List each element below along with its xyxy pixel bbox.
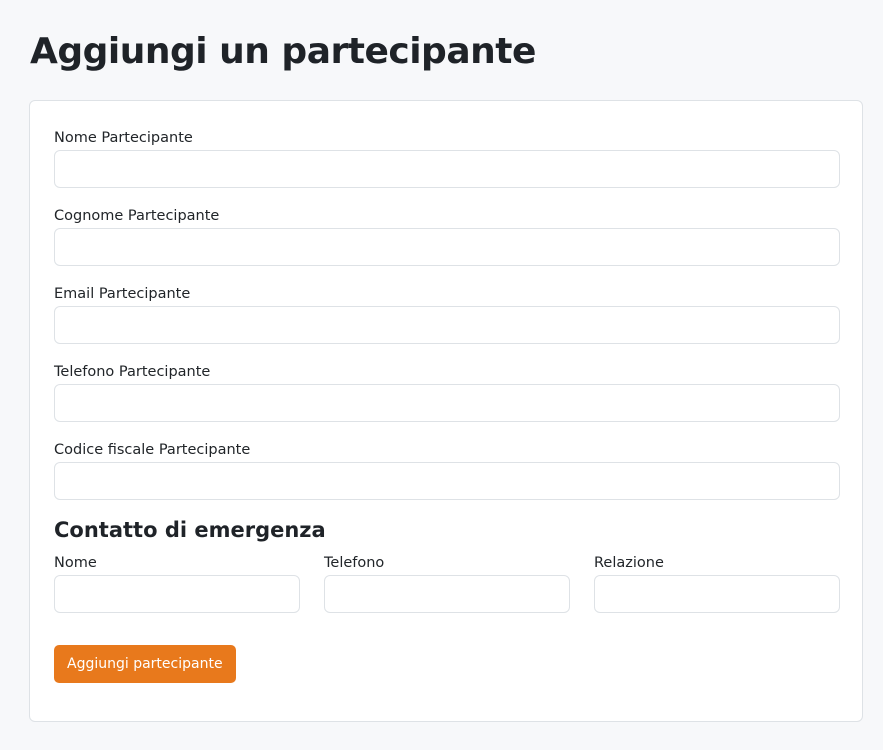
phone-input[interactable] — [54, 384, 840, 422]
email-label: Email Partecipante — [54, 286, 191, 302]
first-name-input[interactable] — [54, 150, 840, 188]
emergency-name-input[interactable] — [54, 575, 300, 613]
tax-code-input[interactable] — [54, 462, 840, 500]
emergency-name-field: Nome — [54, 553, 300, 613]
tax-code-label: Codice fiscale Partecipante — [54, 442, 251, 458]
emergency-relation-label: Relazione — [594, 555, 664, 571]
first-name-label: Nome Partecipante — [54, 130, 193, 146]
last-name-input[interactable] — [54, 228, 840, 266]
first-name-field: Nome Partecipante — [54, 128, 840, 188]
emergency-relation-field: Relazione — [594, 553, 840, 613]
email-input[interactable] — [54, 306, 840, 344]
emergency-phone-field: Telefono — [324, 553, 570, 613]
emergency-relation-input[interactable] — [594, 575, 840, 613]
emergency-contact-heading: Contatto di emergenza — [54, 518, 326, 542]
last-name-label: Cognome Partecipante — [54, 208, 220, 224]
add-participant-button[interactable]: Aggiungi partecipante — [54, 645, 236, 683]
phone-field: Telefono Partecipante — [54, 362, 840, 422]
tax-code-field: Codice fiscale Partecipante — [54, 440, 840, 500]
emergency-contact-row: Nome Telefono Relazione — [54, 553, 840, 613]
emergency-phone-label: Telefono — [324, 555, 385, 571]
page-title: Aggiungi un partecipante — [30, 31, 536, 72]
emergency-phone-input[interactable] — [324, 575, 570, 613]
emergency-name-label: Nome — [54, 555, 97, 571]
last-name-field: Cognome Partecipante — [54, 206, 840, 266]
email-field: Email Partecipante — [54, 284, 840, 344]
participant-form-card: Nome Partecipante Cognome Partecipante E… — [29, 100, 863, 722]
phone-label: Telefono Partecipante — [54, 364, 211, 380]
